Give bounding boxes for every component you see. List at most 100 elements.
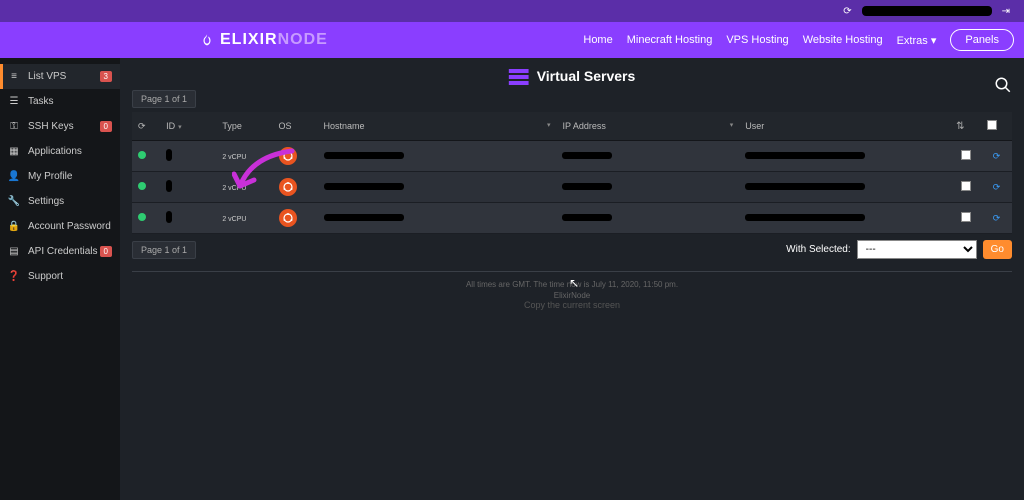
- grid-icon: ▤: [8, 246, 20, 257]
- row-action-icon[interactable]: ⟳: [981, 172, 1012, 203]
- sidebar-item-label: Support: [28, 271, 63, 282]
- col-select-all[interactable]: [981, 112, 1012, 141]
- apps-icon: ▦: [8, 146, 20, 157]
- type-label: 2 vCPU: [222, 216, 246, 223]
- redacted: [562, 183, 612, 190]
- pagination-bottom[interactable]: Page 1 of 1: [132, 241, 196, 259]
- flame-icon: [200, 31, 214, 49]
- brand-text-1: ELIXIR: [220, 31, 278, 49]
- type-label: 2 vCPU: [222, 154, 246, 161]
- badge: 0: [100, 121, 112, 132]
- col-hostname[interactable]: Hostname▾: [318, 112, 557, 141]
- col-sort[interactable]: ⇅: [950, 112, 981, 141]
- sort-icon: ⇅: [956, 121, 964, 132]
- redacted: [166, 211, 172, 223]
- ubuntu-icon: [279, 178, 297, 196]
- footer-time: All times are GMT. The time now is July …: [120, 272, 1024, 291]
- sidebar: ≡ List VPS 3 ☰ Tasks ⚿ SSH Keys 0 ▦ Appl…: [0, 58, 120, 500]
- chevron-down-icon: ▾: [931, 35, 937, 47]
- sidebar-item-support[interactable]: ❓ Support: [0, 264, 120, 289]
- redacted: [324, 152, 404, 159]
- key-icon: ⚿: [8, 121, 20, 132]
- page-title: Virtual Servers: [537, 68, 636, 84]
- pagination-top[interactable]: Page 1 of 1: [132, 90, 196, 108]
- ubuntu-icon: [279, 147, 297, 165]
- tasks-icon: ☰: [8, 96, 20, 107]
- copy-hint-text: Copy the current screen: [524, 300, 620, 310]
- sidebar-item-label: List VPS: [28, 71, 66, 82]
- logout-icon[interactable]: ⇥: [1002, 6, 1010, 17]
- sidebar-item-ssh-keys[interactable]: ⚿ SSH Keys 0: [0, 114, 120, 139]
- col-refresh[interactable]: ⟳: [132, 112, 160, 141]
- type-label: 2 vCPU: [222, 185, 246, 192]
- chevron-down-icon: ▾: [178, 124, 182, 131]
- row-checkbox[interactable]: [961, 150, 971, 160]
- redacted: [745, 214, 865, 221]
- navbar: ELIXIRNODE Home Minecraft Hosting VPS Ho…: [0, 22, 1024, 58]
- col-ip[interactable]: IP Address▾: [556, 112, 739, 141]
- sidebar-item-label: Applications: [28, 146, 82, 157]
- sidebar-item-account-password[interactable]: 🔒 Account Password: [0, 214, 120, 239]
- checkbox[interactable]: [987, 120, 997, 130]
- ubuntu-icon: [279, 209, 297, 227]
- lock-icon: 🔒: [8, 221, 20, 232]
- redacted: [745, 183, 865, 190]
- vps-table: ⟳ ID▾ Type OS Hostname▾ IP Address▾ User…: [132, 112, 1012, 234]
- go-button[interactable]: Go: [983, 240, 1012, 259]
- chevron-down-icon: ▾: [547, 121, 551, 129]
- col-user[interactable]: User: [739, 112, 950, 141]
- redacted: [562, 152, 612, 159]
- nav-minecraft[interactable]: Minecraft Hosting: [627, 34, 713, 46]
- brand-text-2: NODE: [278, 31, 328, 49]
- redacted: [562, 214, 612, 221]
- wrench-icon: 🔧: [8, 196, 20, 207]
- table-row[interactable]: 2 vCPU ⟳: [132, 203, 1012, 234]
- brand-logo[interactable]: ELIXIRNODE: [200, 31, 328, 49]
- user-icon: 👤: [8, 171, 20, 182]
- nav-vps[interactable]: VPS Hosting: [726, 34, 788, 46]
- support-icon: ❓: [8, 271, 20, 282]
- sidebar-item-api-credentials[interactable]: ▤ API Credentials 0: [0, 239, 120, 264]
- status-dot: [138, 182, 146, 190]
- sidebar-item-applications[interactable]: ▦ Applications: [0, 139, 120, 164]
- col-os[interactable]: OS: [273, 112, 318, 141]
- panels-button[interactable]: Panels: [950, 29, 1014, 51]
- footer-brand: ElixirNode: [120, 291, 1024, 300]
- sidebar-item-tasks[interactable]: ☰ Tasks: [0, 89, 120, 114]
- row-checkbox[interactable]: [961, 212, 971, 222]
- redacted: [166, 149, 172, 161]
- refresh-icon[interactable]: ⟳: [843, 6, 851, 17]
- server-icon: [509, 69, 529, 85]
- col-type[interactable]: Type: [216, 112, 272, 141]
- nav-website[interactable]: Website Hosting: [803, 34, 883, 46]
- account-name-redacted: [862, 6, 992, 16]
- redacted: [745, 152, 865, 159]
- nav-home[interactable]: Home: [583, 34, 612, 46]
- chevron-down-icon: ▾: [730, 121, 734, 129]
- table-row[interactable]: 2 vCPU ⟳: [132, 141, 1012, 172]
- sidebar-item-list-vps[interactable]: ≡ List VPS 3: [0, 64, 120, 89]
- status-dot: [138, 151, 146, 159]
- sidebar-item-label: Tasks: [28, 96, 54, 107]
- nav-extras[interactable]: Extras ▾: [897, 34, 937, 47]
- sidebar-item-label: SSH Keys: [28, 121, 74, 132]
- with-selected-label: With Selected:: [786, 244, 850, 255]
- row-action-icon[interactable]: ⟳: [981, 141, 1012, 172]
- with-selected-dropdown[interactable]: ---: [857, 240, 977, 259]
- badge: 3: [100, 71, 112, 82]
- sidebar-item-label: My Profile: [28, 171, 72, 182]
- row-checkbox[interactable]: [961, 181, 971, 191]
- row-action-icon[interactable]: ⟳: [981, 203, 1012, 234]
- col-id[interactable]: ID▾: [160, 112, 216, 141]
- badge: 0: [100, 246, 112, 257]
- search-icon[interactable]: [994, 76, 1012, 99]
- list-icon: ≡: [8, 71, 20, 82]
- sidebar-item-settings[interactable]: 🔧 Settings: [0, 189, 120, 214]
- sidebar-item-label: Settings: [28, 196, 64, 207]
- table-row[interactable]: 2 vCPU ⟳: [132, 172, 1012, 203]
- status-dot: [138, 213, 146, 221]
- sidebar-item-label: API Credentials: [28, 246, 97, 257]
- sidebar-item-profile[interactable]: 👤 My Profile: [0, 164, 120, 189]
- redacted: [166, 180, 172, 192]
- redacted: [324, 214, 404, 221]
